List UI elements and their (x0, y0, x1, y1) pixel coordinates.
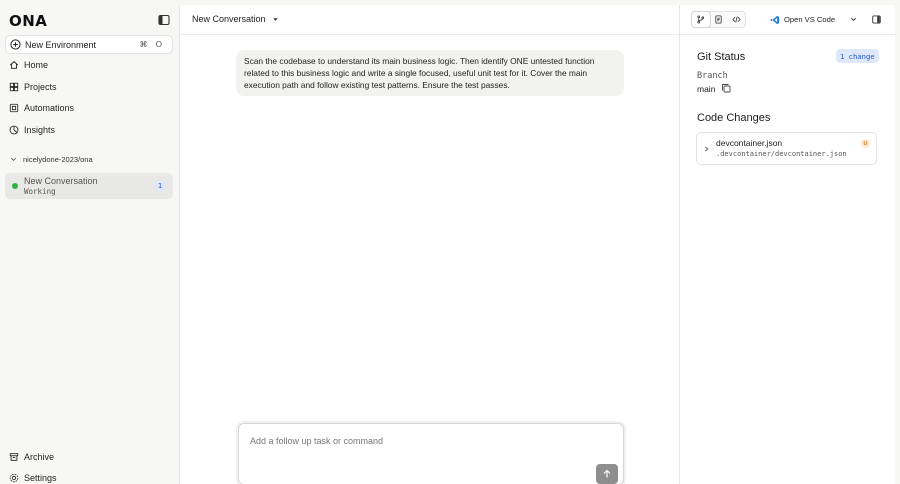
home-icon (9, 61, 19, 69)
file-path: .devcontainer/devcontainer.json (716, 150, 847, 158)
user-message: Scan the codebase to understand its main… (236, 50, 624, 96)
changed-file-item[interactable]: devcontainer.json .devcontainer/devconta… (696, 132, 877, 165)
branch-name: main (697, 84, 716, 94)
automations-icon (9, 103, 19, 113)
chevron-down-icon (850, 17, 857, 22)
divider (680, 34, 896, 35)
divider (180, 34, 680, 35)
ona-logo: ONA (9, 12, 48, 30)
chevron-right-icon (704, 146, 709, 152)
project-group-toggle[interactable]: nicelydone-2023/ona (10, 155, 93, 164)
vscode-icon (770, 15, 780, 24)
new-environment-button[interactable]: New Environment ⌘ O (5, 35, 173, 54)
document-icon (715, 15, 722, 24)
sidebar-item-settings[interactable]: Settings (9, 471, 57, 484)
git-branch-icon (697, 15, 705, 24)
caret-down-icon (272, 17, 278, 21)
plus-circle-icon (10, 39, 21, 50)
page-title: New Conversation (192, 14, 266, 24)
tab-files[interactable] (710, 12, 728, 27)
composer-placeholder[interactable]: Add a follow up task or command (250, 436, 383, 446)
branch-label: Branch (697, 71, 728, 81)
sidebar-item-label: Settings (24, 473, 57, 483)
change-count-badge: 1 change (836, 49, 879, 63)
send-button[interactable] (596, 464, 618, 484)
sidebar: ONA New Environment ⌘ O Home Projects Au… (0, 0, 179, 484)
gear-icon (9, 473, 19, 483)
git-status-title: Git Status (697, 51, 746, 63)
status-dot (12, 183, 18, 189)
tab-git[interactable] (692, 12, 710, 27)
tab-code[interactable] (727, 12, 745, 27)
sidebar-item-label: Archive (24, 452, 55, 462)
sidebar-item-label: Home (24, 60, 49, 70)
sidebar-collapse-icon[interactable] (158, 14, 170, 26)
copy-icon[interactable] (721, 83, 731, 93)
panel-view-switcher (691, 11, 746, 28)
archive-icon (9, 453, 19, 461)
sidebar-item-insights[interactable]: Insights (9, 123, 55, 137)
file-name: devcontainer.json (716, 138, 783, 148)
conversation-pane: New Conversation Scan the codebase to un… (179, 5, 680, 484)
git-panel: Open VS Code Git Status 1 change Branch … (679, 5, 896, 484)
conversation-title: New Conversation (24, 176, 98, 186)
conversation-status: Working (24, 187, 56, 196)
panel-toggle-icon[interactable] (872, 15, 881, 24)
insights-icon (9, 125, 19, 135)
open-vscode-button[interactable]: Open VS Code (770, 11, 860, 28)
untracked-status-badge: U (861, 139, 870, 148)
sidebar-item-projects[interactable]: Projects (9, 80, 57, 94)
arrow-up-icon (603, 469, 611, 478)
conversation-title-dropdown[interactable]: New Conversation (192, 14, 279, 24)
chevron-down-icon (11, 157, 16, 161)
sidebar-item-automations[interactable]: Automations (9, 101, 74, 115)
sidebar-item-archive[interactable]: Archive (9, 450, 54, 464)
projects-icon (9, 82, 19, 92)
conversation-count-badge: 1 (155, 181, 165, 191)
new-environment-label: New Environment (25, 39, 97, 50)
sidebar-item-conversation[interactable]: New Conversation Working 1 (5, 173, 173, 199)
new-environment-shortcut: ⌘ O (139, 40, 165, 49)
sidebar-item-label: Projects (24, 82, 57, 92)
sidebar-item-label: Insights (24, 125, 56, 135)
project-group-label: nicelydone-2023/ona (23, 155, 93, 164)
code-changes-title: Code Changes (697, 112, 771, 124)
open-vscode-label: Open VS Code (784, 15, 836, 24)
composer[interactable]: Add a follow up task or command (238, 423, 624, 484)
sidebar-item-label: Automations (24, 103, 75, 113)
code-icon (731, 16, 741, 23)
sidebar-item-home[interactable]: Home (9, 58, 48, 72)
